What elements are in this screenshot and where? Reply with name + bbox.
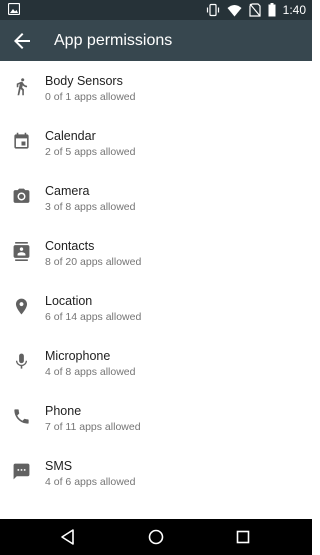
phone-icon [12, 407, 31, 426]
sim-off-icon [249, 3, 261, 17]
permission-item-microphone[interactable]: Microphone 4 of 8 apps allowed [0, 336, 312, 391]
permission-status: 4 of 6 apps allowed [45, 476, 136, 488]
status-icons: 1:40 [206, 2, 306, 18]
camera-icon [12, 187, 31, 206]
permission-item-body-sensors[interactable]: Body Sensors 0 of 1 apps allowed [0, 61, 312, 116]
back-triangle-icon[interactable] [58, 527, 78, 547]
status-time: 1:40 [282, 3, 306, 17]
permission-status: 0 of 1 apps allowed [45, 91, 136, 103]
permission-status: 8 of 20 apps allowed [45, 256, 142, 268]
permission-name: Calendar [45, 129, 96, 143]
status-bar: 1:40 [0, 0, 312, 20]
permission-status: 3 of 8 apps allowed [45, 201, 136, 213]
app-bar: App permissions [0, 20, 312, 61]
permission-status: 6 of 14 apps allowed [45, 311, 142, 323]
permission-name: Location [45, 294, 93, 308]
sms-icon [12, 462, 31, 481]
page-title: App permissions [54, 32, 173, 49]
location-icon [12, 297, 31, 316]
contacts-icon [12, 242, 31, 261]
recents-square-icon[interactable] [233, 527, 253, 547]
permission-name: Body Sensors [45, 74, 123, 88]
permission-status: 4 of 8 apps allowed [45, 366, 136, 378]
arrow-back-icon[interactable] [10, 29, 34, 53]
microphone-icon [12, 352, 31, 371]
permission-item-camera[interactable]: Camera 3 of 8 apps allowed [0, 171, 312, 226]
permission-status: 2 of 5 apps allowed [45, 146, 136, 158]
permission-list[interactable]: Body Sensors 0 of 1 apps allowed Calenda… [0, 61, 312, 519]
permission-name: Phone [45, 404, 82, 418]
calendar-icon [12, 132, 31, 151]
wifi-icon [227, 4, 242, 17]
permission-name: Microphone [45, 349, 111, 363]
vibrate-icon [206, 3, 220, 17]
walk-icon [12, 77, 31, 96]
permission-item-sms[interactable]: SMS 4 of 6 apps allowed [0, 446, 312, 501]
permission-item-location[interactable]: Location 6 of 14 apps allowed [0, 281, 312, 336]
permission-status: 7 of 11 apps allowed [45, 421, 141, 433]
permission-item-calendar[interactable]: Calendar 2 of 5 apps allowed [0, 116, 312, 171]
battery-icon [268, 3, 276, 17]
permission-item-contacts[interactable]: Contacts 8 of 20 apps allowed [0, 226, 312, 281]
navigation-bar [0, 519, 312, 555]
permission-item-phone[interactable]: Phone 7 of 11 apps allowed [0, 391, 312, 446]
permission-name: SMS [45, 459, 73, 473]
permission-name: Camera [45, 184, 90, 198]
gallery-icon [8, 3, 20, 15]
permission-name: Contacts [45, 239, 95, 253]
home-circle-icon[interactable] [146, 527, 166, 547]
